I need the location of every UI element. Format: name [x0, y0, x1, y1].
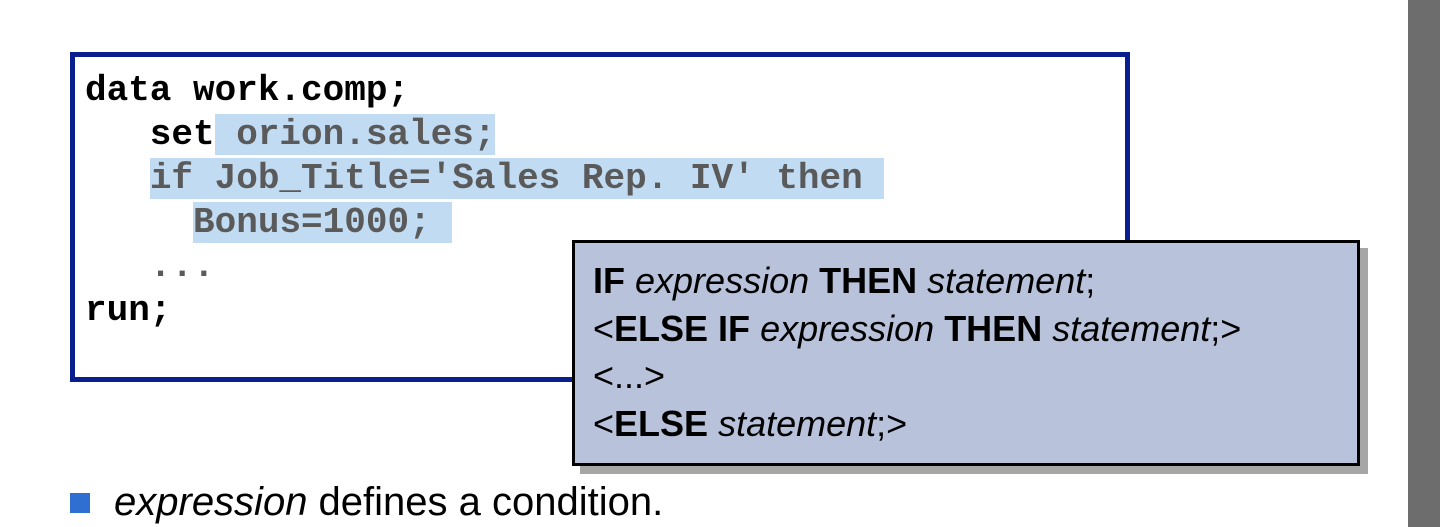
kw-else-if: ELSE IF — [614, 308, 750, 349]
kw-then-2: THEN — [944, 308, 1042, 349]
it-statement-2: statement — [1052, 308, 1210, 349]
syntax-line-1: IF expression THEN statement; — [593, 257, 1339, 305]
syntax-line-3: <...> — [593, 352, 1339, 400]
code-line-2-pre: set — [85, 114, 215, 155]
code-line-5: ... — [85, 246, 215, 287]
code-line-4-pre — [85, 202, 193, 243]
code-line-3-pre — [85, 158, 150, 199]
kw-then: THEN — [819, 260, 917, 301]
code-line-2-hl: orion.sales; — [215, 114, 496, 155]
it-statement: statement — [927, 260, 1085, 301]
code-line-6: run; — [85, 290, 171, 331]
it-statement-3: statement — [718, 403, 876, 444]
kw-if: IF — [593, 260, 625, 301]
kw-else: ELSE — [614, 403, 708, 444]
bullet-term: expression — [114, 480, 307, 524]
code-line-3-hl: if Job_Title='Sales Rep. IV' then — [150, 158, 885, 199]
slide-stage: data work.comp; set orion.sales; if Job_… — [0, 0, 1440, 527]
scrollbar-track[interactable] — [1408, 0, 1440, 527]
bullet-rest: defines a condition. — [307, 480, 663, 524]
syntax-line-2: <ELSE IF expression THEN statement;> — [593, 305, 1339, 353]
bullet-text: expression defines a condition. — [114, 480, 663, 525]
it-expression: expression — [635, 260, 809, 301]
bullet-square-icon — [70, 493, 90, 513]
syntax-line-4: <ELSE statement;> — [593, 400, 1339, 448]
code-line-4-hl: Bonus=1000; — [193, 202, 452, 243]
code-line-1: data work.comp; — [85, 70, 409, 111]
it-expression-2: expression — [760, 308, 934, 349]
bullet-row: expression defines a condition. — [70, 480, 663, 525]
syntax-callout: IF expression THEN statement; <ELSE IF e… — [572, 240, 1360, 466]
